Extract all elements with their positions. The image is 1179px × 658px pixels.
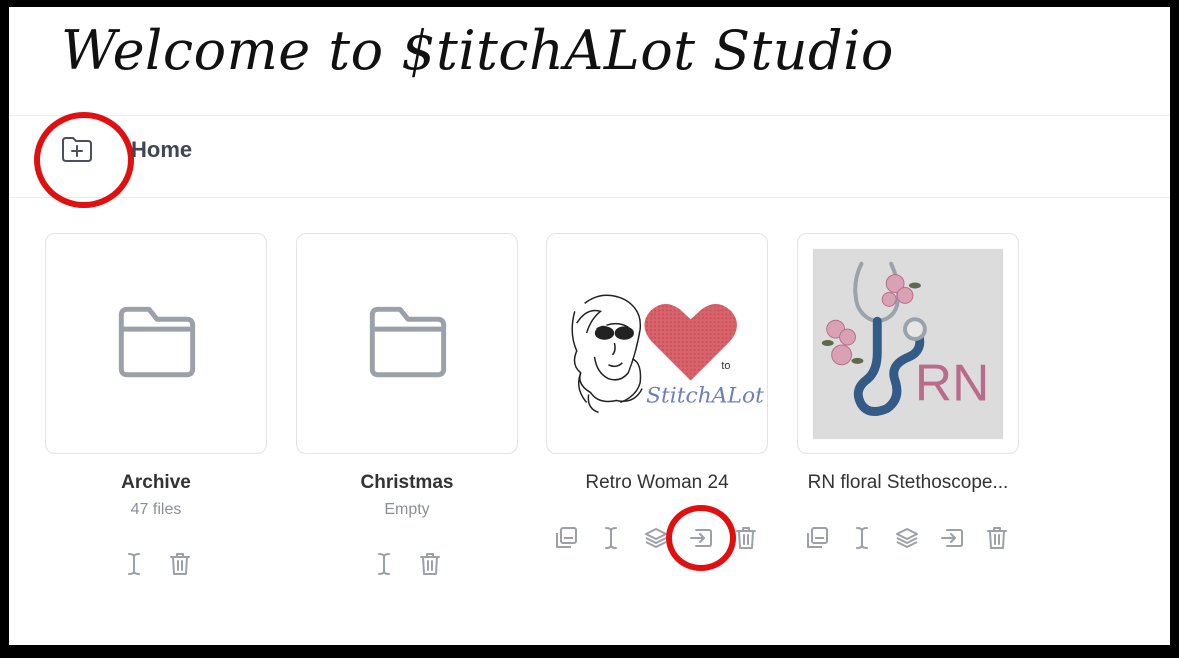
delete-button[interactable] [164,548,196,580]
text-cursor-icon [605,527,617,549]
folder-meta: Empty [384,501,430,518]
move-icon [690,529,712,547]
pattern-thumbnail: RN [812,248,1004,440]
layers-button[interactable] [891,522,923,554]
folder-plus-icon [62,137,92,162]
rename-button[interactable] [118,548,150,580]
folder-actions [368,548,446,580]
banner-title: Welcome to $titchALot Studio [61,19,894,82]
layers-icon [896,528,918,548]
text-cursor-icon [128,553,140,575]
thumb-text: RN [915,353,989,411]
folder-name[interactable]: Archive [26,472,286,494]
copy-icon [807,527,828,548]
pattern-thumbnail: to StitchALot [571,294,764,414]
move-to-folder-button[interactable] [685,522,717,554]
delete-button[interactable] [730,522,762,554]
pattern-actions [801,522,1013,554]
thumb-text: to [721,360,730,372]
text-cursor-icon [856,527,868,549]
folder-name[interactable]: Christmas [277,472,537,494]
thumb-brand: StitchALot [646,383,764,408]
breadcrumb-home[interactable]: Home [131,137,192,163]
move-icon [941,529,963,547]
copy-icon [556,527,577,548]
pattern-name[interactable]: Retro Woman 24 [527,472,787,494]
folder-icon [369,306,447,378]
delete-button[interactable] [414,548,446,580]
folder-card-archive[interactable] [45,233,267,454]
rename-button[interactable] [368,548,400,580]
delete-button[interactable] [981,522,1013,554]
pattern-card-retro-woman[interactable]: to StitchALot [546,233,768,454]
folder-meta: 47 files [130,501,182,518]
duplicate-button[interactable] [550,522,582,554]
pattern-name[interactable]: RN floral Stethoscope... [778,472,1038,494]
folder-icon [118,306,196,378]
layers-button[interactable] [640,522,672,554]
trash-icon [987,527,1007,549]
folder-card-christmas[interactable] [296,233,518,454]
trash-icon [420,553,440,575]
rename-button[interactable] [595,522,627,554]
trash-icon [170,553,190,575]
pattern-card-rn-floral[interactable]: RN [797,233,1019,454]
pattern-actions [550,522,762,554]
layers-icon [645,528,667,548]
new-folder-button[interactable] [56,132,98,166]
rename-button[interactable] [846,522,878,554]
trash-icon [736,527,756,549]
folder-actions [118,548,196,580]
header-banner: Welcome to $titchALot Studio [9,7,1170,116]
duplicate-button[interactable] [801,522,833,554]
move-to-folder-button[interactable] [936,522,968,554]
woman-illustration [571,294,643,414]
text-cursor-icon [378,553,390,575]
